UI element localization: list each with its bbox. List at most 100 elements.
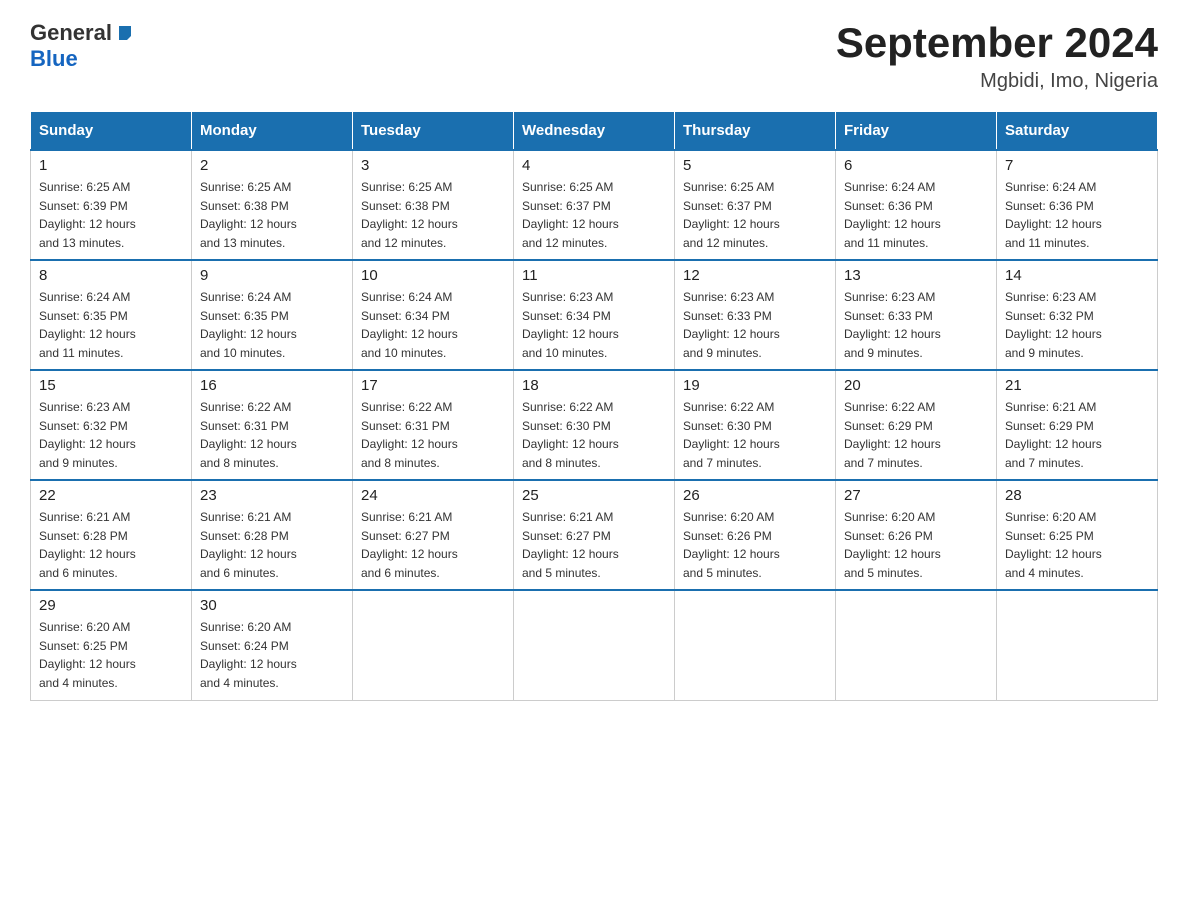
day-number: 8 (39, 267, 183, 284)
calendar-cell: 3 Sunrise: 6:25 AM Sunset: 6:38 PM Dayli… (353, 150, 514, 260)
calendar-cell (514, 590, 675, 700)
day-info: Sunrise: 6:21 AM Sunset: 6:28 PM Dayligh… (200, 508, 344, 582)
day-number: 18 (522, 377, 666, 394)
calendar-cell: 24 Sunrise: 6:21 AM Sunset: 6:27 PM Dayl… (353, 480, 514, 590)
day-number: 23 (200, 487, 344, 504)
logo-arrow-icon (113, 22, 135, 44)
day-number: 1 (39, 157, 183, 174)
day-number: 12 (683, 267, 827, 284)
day-info: Sunrise: 6:25 AM Sunset: 6:39 PM Dayligh… (39, 178, 183, 252)
day-info: Sunrise: 6:24 AM Sunset: 6:35 PM Dayligh… (39, 288, 183, 362)
header-friday: Friday (836, 112, 997, 151)
calendar-table: Sunday Monday Tuesday Wednesday Thursday… (30, 111, 1158, 701)
day-number: 16 (200, 377, 344, 394)
calendar-cell: 4 Sunrise: 6:25 AM Sunset: 6:37 PM Dayli… (514, 150, 675, 260)
calendar-cell: 23 Sunrise: 6:21 AM Sunset: 6:28 PM Dayl… (192, 480, 353, 590)
day-info: Sunrise: 6:24 AM Sunset: 6:35 PM Dayligh… (200, 288, 344, 362)
day-info: Sunrise: 6:20 AM Sunset: 6:26 PM Dayligh… (844, 508, 988, 582)
day-number: 4 (522, 157, 666, 174)
day-info: Sunrise: 6:25 AM Sunset: 6:38 PM Dayligh… (200, 178, 344, 252)
day-number: 30 (200, 597, 344, 614)
calendar-cell: 18 Sunrise: 6:22 AM Sunset: 6:30 PM Dayl… (514, 370, 675, 480)
day-info: Sunrise: 6:23 AM Sunset: 6:32 PM Dayligh… (39, 398, 183, 472)
calendar-cell: 27 Sunrise: 6:20 AM Sunset: 6:26 PM Dayl… (836, 480, 997, 590)
day-info: Sunrise: 6:20 AM Sunset: 6:24 PM Dayligh… (200, 618, 344, 692)
day-number: 20 (844, 377, 988, 394)
calendar-cell (675, 590, 836, 700)
day-info: Sunrise: 6:22 AM Sunset: 6:29 PM Dayligh… (844, 398, 988, 472)
title-section: September 2024 Mgbidi, Imo, Nigeria (836, 20, 1158, 93)
day-info: Sunrise: 6:21 AM Sunset: 6:27 PM Dayligh… (522, 508, 666, 582)
calendar-cell: 13 Sunrise: 6:23 AM Sunset: 6:33 PM Dayl… (836, 260, 997, 370)
day-info: Sunrise: 6:23 AM Sunset: 6:33 PM Dayligh… (683, 288, 827, 362)
header-saturday: Saturday (997, 112, 1158, 151)
day-number: 29 (39, 597, 183, 614)
day-info: Sunrise: 6:24 AM Sunset: 6:34 PM Dayligh… (361, 288, 505, 362)
day-info: Sunrise: 6:20 AM Sunset: 6:25 PM Dayligh… (1005, 508, 1149, 582)
calendar-cell: 21 Sunrise: 6:21 AM Sunset: 6:29 PM Dayl… (997, 370, 1158, 480)
day-number: 3 (361, 157, 505, 174)
header-wednesday: Wednesday (514, 112, 675, 151)
page-header: General Blue September 2024 Mgbidi, Imo,… (30, 20, 1158, 93)
day-info: Sunrise: 6:25 AM Sunset: 6:37 PM Dayligh… (522, 178, 666, 252)
day-number: 26 (683, 487, 827, 504)
calendar-cell: 15 Sunrise: 6:23 AM Sunset: 6:32 PM Dayl… (31, 370, 192, 480)
day-number: 2 (200, 157, 344, 174)
calendar-cell: 11 Sunrise: 6:23 AM Sunset: 6:34 PM Dayl… (514, 260, 675, 370)
day-info: Sunrise: 6:21 AM Sunset: 6:29 PM Dayligh… (1005, 398, 1149, 472)
calendar-cell: 14 Sunrise: 6:23 AM Sunset: 6:32 PM Dayl… (997, 260, 1158, 370)
day-info: Sunrise: 6:25 AM Sunset: 6:38 PM Dayligh… (361, 178, 505, 252)
day-info: Sunrise: 6:23 AM Sunset: 6:34 PM Dayligh… (522, 288, 666, 362)
day-number: 9 (200, 267, 344, 284)
logo: General Blue (30, 20, 135, 72)
calendar-cell (353, 590, 514, 700)
day-number: 7 (1005, 157, 1149, 174)
day-info: Sunrise: 6:23 AM Sunset: 6:32 PM Dayligh… (1005, 288, 1149, 362)
day-number: 11 (522, 267, 666, 284)
day-info: Sunrise: 6:24 AM Sunset: 6:36 PM Dayligh… (1005, 178, 1149, 252)
calendar-cell (836, 590, 997, 700)
calendar-cell: 30 Sunrise: 6:20 AM Sunset: 6:24 PM Dayl… (192, 590, 353, 700)
calendar-cell: 22 Sunrise: 6:21 AM Sunset: 6:28 PM Dayl… (31, 480, 192, 590)
day-info: Sunrise: 6:20 AM Sunset: 6:26 PM Dayligh… (683, 508, 827, 582)
header-sunday: Sunday (31, 112, 192, 151)
day-info: Sunrise: 6:22 AM Sunset: 6:30 PM Dayligh… (683, 398, 827, 472)
day-number: 13 (844, 267, 988, 284)
calendar-cell: 6 Sunrise: 6:24 AM Sunset: 6:36 PM Dayli… (836, 150, 997, 260)
day-number: 28 (1005, 487, 1149, 504)
day-number: 27 (844, 487, 988, 504)
day-info: Sunrise: 6:21 AM Sunset: 6:28 PM Dayligh… (39, 508, 183, 582)
calendar-cell: 25 Sunrise: 6:21 AM Sunset: 6:27 PM Dayl… (514, 480, 675, 590)
calendar-cell: 29 Sunrise: 6:20 AM Sunset: 6:25 PM Dayl… (31, 590, 192, 700)
week-row-3: 15 Sunrise: 6:23 AM Sunset: 6:32 PM Dayl… (31, 370, 1158, 480)
calendar-cell: 28 Sunrise: 6:20 AM Sunset: 6:25 PM Dayl… (997, 480, 1158, 590)
header-monday: Monday (192, 112, 353, 151)
day-number: 14 (1005, 267, 1149, 284)
day-info: Sunrise: 6:25 AM Sunset: 6:37 PM Dayligh… (683, 178, 827, 252)
day-info: Sunrise: 6:24 AM Sunset: 6:36 PM Dayligh… (844, 178, 988, 252)
calendar-cell: 9 Sunrise: 6:24 AM Sunset: 6:35 PM Dayli… (192, 260, 353, 370)
day-info: Sunrise: 6:20 AM Sunset: 6:25 PM Dayligh… (39, 618, 183, 692)
calendar-cell: 7 Sunrise: 6:24 AM Sunset: 6:36 PM Dayli… (997, 150, 1158, 260)
calendar-cell (997, 590, 1158, 700)
calendar-cell: 12 Sunrise: 6:23 AM Sunset: 6:33 PM Dayl… (675, 260, 836, 370)
logo-blue-text: Blue (30, 46, 135, 72)
day-info: Sunrise: 6:22 AM Sunset: 6:30 PM Dayligh… (522, 398, 666, 472)
header-thursday: Thursday (675, 112, 836, 151)
calendar-cell: 8 Sunrise: 6:24 AM Sunset: 6:35 PM Dayli… (31, 260, 192, 370)
day-number: 10 (361, 267, 505, 284)
calendar-cell: 19 Sunrise: 6:22 AM Sunset: 6:30 PM Dayl… (675, 370, 836, 480)
day-number: 15 (39, 377, 183, 394)
day-number: 5 (683, 157, 827, 174)
day-info: Sunrise: 6:22 AM Sunset: 6:31 PM Dayligh… (200, 398, 344, 472)
calendar-cell: 2 Sunrise: 6:25 AM Sunset: 6:38 PM Dayli… (192, 150, 353, 260)
calendar-cell: 1 Sunrise: 6:25 AM Sunset: 6:39 PM Dayli… (31, 150, 192, 260)
calendar-cell: 20 Sunrise: 6:22 AM Sunset: 6:29 PM Dayl… (836, 370, 997, 480)
header-tuesday: Tuesday (353, 112, 514, 151)
day-info: Sunrise: 6:22 AM Sunset: 6:31 PM Dayligh… (361, 398, 505, 472)
day-number: 21 (1005, 377, 1149, 394)
weekday-header-row: Sunday Monday Tuesday Wednesday Thursday… (31, 112, 1158, 151)
calendar-subtitle: Mgbidi, Imo, Nigeria (836, 70, 1158, 93)
day-info: Sunrise: 6:23 AM Sunset: 6:33 PM Dayligh… (844, 288, 988, 362)
week-row-2: 8 Sunrise: 6:24 AM Sunset: 6:35 PM Dayli… (31, 260, 1158, 370)
